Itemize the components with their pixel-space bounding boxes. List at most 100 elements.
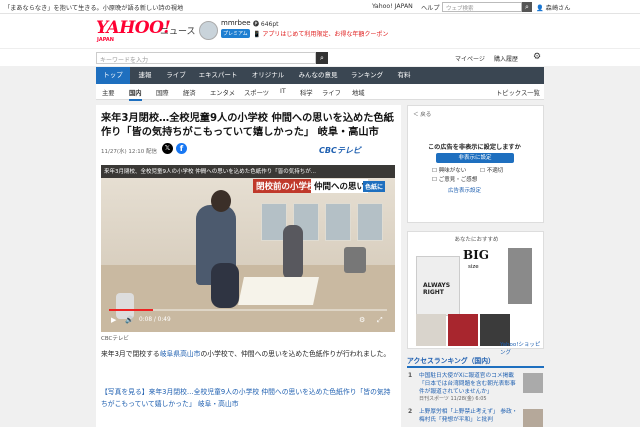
subnav-item[interactable]: 国内 xyxy=(129,88,142,101)
big-size-sub: size xyxy=(468,264,479,270)
subnav-item[interactable]: エンタメ xyxy=(210,88,235,97)
user-name[interactable]: 👤 森崎さん xyxy=(536,3,570,12)
volume-icon[interactable]: 🔊 xyxy=(125,316,134,324)
article-title: 来年3月閉校…全校児童9人の小学校 仲間への思いを込めた色紙作り「皆の気持ちがこ… xyxy=(101,113,394,138)
recommended-header: あなたにおすすめ xyxy=(454,237,499,243)
search-icon[interactable]: ⌕ xyxy=(522,2,532,12)
window-shape xyxy=(357,203,383,241)
facebook-share-icon[interactable]: f xyxy=(176,143,187,154)
top-ticker: 「まあならなき」を抱いて生きる。小原晩が語る新しい詩の視地 Yahoo! JAP… xyxy=(0,0,640,14)
recommended-ad[interactable]: あなたにおすすめ ALWAYS RIGHT BIG size Yahoo!ショッ… xyxy=(407,231,544,356)
ad-option-uninterested[interactable]: 興味がない xyxy=(432,166,467,174)
topics-list-link[interactable]: トピックス一覧 xyxy=(496,88,540,97)
person-head-shape xyxy=(211,190,231,212)
subnav-item[interactable]: 地域 xyxy=(352,88,365,97)
ranking-divider xyxy=(407,366,544,368)
ad-hide-question: この広告を非表示に設定しますか xyxy=(428,144,521,151)
help-link[interactable]: ヘルプ xyxy=(421,3,440,12)
avatar[interactable] xyxy=(199,21,218,40)
photo-credit: CBCテレビ xyxy=(101,336,129,342)
video-tag-red: 閉校前の小学校 xyxy=(253,179,319,193)
ranking-item[interactable]: 2 上野厚労相「上野禁止考えず」 参政・梅村氏「発想が平和」と批判 xyxy=(407,407,544,427)
gear-icon[interactable]: ⚙ xyxy=(533,52,541,62)
premium-badge: プレミアム xyxy=(221,29,250,38)
ranking-thumbnail xyxy=(523,409,543,427)
yahoo-logo-sub: JAPAN xyxy=(97,37,114,43)
play-icon[interactable]: ▶ xyxy=(111,316,116,324)
x-share-icon[interactable]: 𝕏 xyxy=(162,143,173,154)
nav-item[interactable]: 有料 xyxy=(390,67,418,84)
provider-logo[interactable]: CBCテレビ xyxy=(319,145,361,156)
fullscreen-icon[interactable]: ⤢ xyxy=(377,316,383,325)
window-shape xyxy=(325,203,351,241)
ranking-item[interactable]: 1 中国駐日大使がXに報道官のコメ掲載「日本では台湾問題を含む朝光表彰事件が報道… xyxy=(407,371,544,405)
ad-settings-link[interactable]: 広告表示設定 xyxy=(448,186,481,194)
lead-suffix: の小学校で、仲間への思いを込めた色紙作りが行われました。 xyxy=(200,350,391,358)
nav-item[interactable]: エキスパート xyxy=(192,67,244,84)
subnav-item[interactable]: 科学 xyxy=(300,88,313,97)
subnav-item[interactable]: IT xyxy=(280,88,286,95)
subnav-item[interactable]: スポーツ xyxy=(244,88,269,97)
clothing-image xyxy=(448,314,478,346)
ranking-text[interactable]: 中国駐日大使がXに報道官のコメ掲載「日本では台湾問題を含む朝光表彰事件が報道され… xyxy=(419,372,519,396)
person-shape xyxy=(283,225,303,280)
clothing-image xyxy=(416,314,446,346)
photo-link[interactable]: 【写真を見る】来年3月閉校…全校児童9人の小学校 仲間への思いを込めた色紙作り「… xyxy=(101,386,396,410)
ad-option-feedback[interactable]: ご意見・ご感想 xyxy=(432,175,478,183)
right-column: ＜ 戻る この広告を非表示に設定しますか 非表示に設定 興味がない 不適切 ご意… xyxy=(407,105,544,427)
ticker-headline[interactable]: 「まあならなき」を抱いて生きる。小原晩が語る新しい詩の視地 xyxy=(4,3,183,12)
subnav-item[interactable]: ライフ xyxy=(322,88,341,97)
subnav-item[interactable]: 主要 xyxy=(102,88,115,97)
hide-ad-button[interactable]: 非表示に設定 xyxy=(436,153,514,163)
nav-item[interactable]: オリジナル xyxy=(244,67,292,84)
ad-hide-box: ＜ 戻る この広告を非表示に設定しますか 非表示に設定 興味がない 不適切 ご意… xyxy=(407,105,544,223)
search-row: キーワードを入力 ⌕ マイページ 購入履歴 ⚙ xyxy=(0,48,640,66)
keyword-search-input[interactable]: キーワードを入力 xyxy=(96,52,316,64)
video-player[interactable]: 来年3月閉校、全校児童9人の小学校 仲間への思いを込めた色紙作り「皆の気持ちが.… xyxy=(101,165,395,332)
mypage-link[interactable]: マイページ xyxy=(455,54,485,63)
app-promo-link[interactable]: 📱 アプリはじめて利用限定、お得な年額クーポン xyxy=(253,29,388,38)
yahoo-japan-link[interactable]: Yahoo! JAPAN xyxy=(372,3,413,10)
big-size-title: BIG xyxy=(463,248,490,262)
ranking-source: 日刊スポーツ 11/28(金) 6:05 xyxy=(419,396,487,402)
back-link[interactable]: ＜ 戻る xyxy=(413,110,431,118)
location-link[interactable]: 岐阜県高山市 xyxy=(160,350,201,358)
points-display[interactable]: 🅟 646pt xyxy=(253,19,279,28)
purchase-history-link[interactable]: 購入履歴 xyxy=(494,54,518,63)
ranking-text[interactable]: 上野厚労相「上野禁止考えず」 参政・梅村氏「発想が平和」と批判 xyxy=(419,408,519,424)
ad-option-inappropriate[interactable]: 不適切 xyxy=(480,166,504,174)
lead-prefix: 来年3月で閉校する xyxy=(101,350,160,358)
shopping-link[interactable]: Yahoo!ショッピング xyxy=(500,340,543,356)
sub-nav: 主要 国内 国際 経済 エンタメ スポーツ IT 科学 ライフ 地域 トピックス一覧 xyxy=(96,84,544,101)
nav-item[interactable]: ライブ xyxy=(160,67,192,84)
video-tag-blue: 色紙に xyxy=(363,181,386,192)
child-shape xyxy=(211,263,239,308)
article-datetime: 11/27(水) 12:10 配信 xyxy=(101,149,157,155)
video-time: 0:08 / 0:49 xyxy=(139,317,171,323)
nav-item[interactable]: ランキング xyxy=(344,67,390,84)
ranking-thumbnail xyxy=(523,373,543,393)
brand-header: YAHOO! JAPAN ニュース mmrbee プレミアム 🅟 646pt 📱… xyxy=(0,14,640,48)
article: 来年3月閉校…全校児童9人の小学校 仲間への思いを込めた色紙作り「皆の気持ちがこ… xyxy=(96,105,401,427)
main-nav: トップ 速報 ライブ エキスパート オリジナル みんなの意見 ランキング 有料 xyxy=(96,67,544,84)
username[interactable]: mmrbee xyxy=(221,19,251,27)
user-name-label: 森崎さん xyxy=(545,5,571,12)
nav-item[interactable]: 速報 xyxy=(130,67,160,84)
video-ticker-text: 来年3月閉校、全校児童9人の小学校 仲間への思いを込めた色紙作り「皆の気持ちが.… xyxy=(104,169,316,175)
ranking-heading[interactable]: アクセスランキング（国内） xyxy=(407,355,495,365)
app-promo-text: アプリはじめて利用限定、お得な年額クーポン xyxy=(262,31,389,38)
nav-item[interactable]: トップ xyxy=(96,67,130,84)
web-search-input[interactable]: ウェブ検索 xyxy=(442,2,522,12)
gear-icon[interactable]: ⚙ xyxy=(359,316,365,324)
paper-shape xyxy=(238,277,319,305)
subnav-item[interactable]: 国際 xyxy=(156,88,169,97)
subnav-item[interactable]: 経済 xyxy=(183,88,196,97)
ranking-number: 1 xyxy=(408,372,413,379)
search-icon[interactable]: ⌕ xyxy=(316,52,328,64)
heater-shape xyxy=(344,247,366,273)
video-tag-white: 仲間への思い xyxy=(311,179,369,193)
nav-item[interactable]: みんなの意見 xyxy=(292,67,344,84)
article-lead: 来年3月で閉校する岐阜県高山市の小学校で、仲間への思いを込めた色紙作りが行われま… xyxy=(101,348,396,360)
section-name[interactable]: ニュース xyxy=(160,24,196,37)
jacket-image: ALWAYS RIGHT xyxy=(416,256,460,316)
